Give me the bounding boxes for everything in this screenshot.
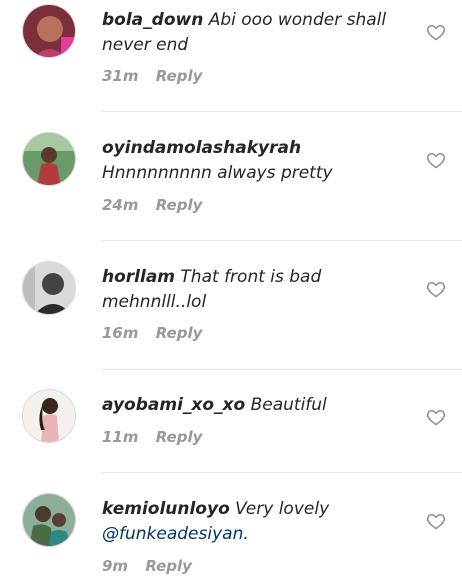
- comment-content: bola_down Abi ooo wonder shall never end: [102, 8, 402, 58]
- comment-text: Very lovely: [235, 499, 330, 519]
- reply-button[interactable]: Reply: [156, 67, 203, 85]
- comment-username[interactable]: ayobami_xo_xo: [102, 395, 245, 415]
- like-heart-icon[interactable]: [426, 511, 446, 531]
- like-heart-icon[interactable]: [426, 407, 446, 427]
- comment-meta: 16m Reply: [102, 324, 202, 342]
- comment-content: ayobami_xo_xo Beautiful: [102, 393, 402, 418]
- reply-button[interactable]: Reply: [156, 428, 203, 446]
- comment-time: 11m: [102, 428, 139, 446]
- like-heart-icon[interactable]: [426, 22, 446, 42]
- comment-username[interactable]: bola_down: [102, 10, 203, 30]
- comment-content: horllam That front is bad mehnnlll..lol: [102, 265, 402, 315]
- comment-text: Beautiful: [250, 395, 327, 415]
- avatar[interactable]: [22, 261, 76, 315]
- comment-time: 9m: [102, 557, 129, 575]
- comment-meta: 11m Reply: [102, 428, 202, 446]
- comment-meta: 24m Reply: [102, 196, 202, 214]
- comment-trailing-text: .: [243, 524, 249, 544]
- comment-time: 24m: [102, 196, 139, 214]
- comment-text: Hnnnnnnnnn always pretty: [102, 163, 333, 183]
- comment-meta: 9m Reply: [102, 557, 192, 575]
- comment-content: kemiolunloyo Very lovely @funkeadesiyan.: [102, 497, 402, 547]
- reply-button[interactable]: Reply: [156, 324, 203, 342]
- divider: [102, 111, 462, 112]
- avatar[interactable]: [22, 493, 76, 547]
- comment-username[interactable]: horllam: [102, 267, 175, 287]
- avatar[interactable]: [22, 132, 76, 186]
- comment-time: 16m: [102, 324, 139, 342]
- comment-content: oyindamolashakyrah Hnnnnnnnnn always pre…: [102, 136, 402, 186]
- comment-username[interactable]: kemiolunloyo: [102, 499, 230, 519]
- avatar[interactable]: [22, 4, 76, 58]
- comment-username[interactable]: oyindamolashakyrah: [102, 138, 301, 158]
- divider: [102, 472, 462, 473]
- comment-time: 31m: [102, 67, 139, 85]
- divider: [102, 369, 462, 370]
- like-heart-icon[interactable]: [426, 150, 446, 170]
- comment-meta: 31m Reply: [102, 67, 202, 85]
- reply-button[interactable]: Reply: [145, 557, 192, 575]
- reply-button[interactable]: Reply: [156, 196, 203, 214]
- avatar[interactable]: [22, 389, 76, 443]
- divider: [102, 240, 462, 241]
- comment-mention-link[interactable]: @funkeadesiyan: [102, 524, 243, 544]
- like-heart-icon[interactable]: [426, 279, 446, 299]
